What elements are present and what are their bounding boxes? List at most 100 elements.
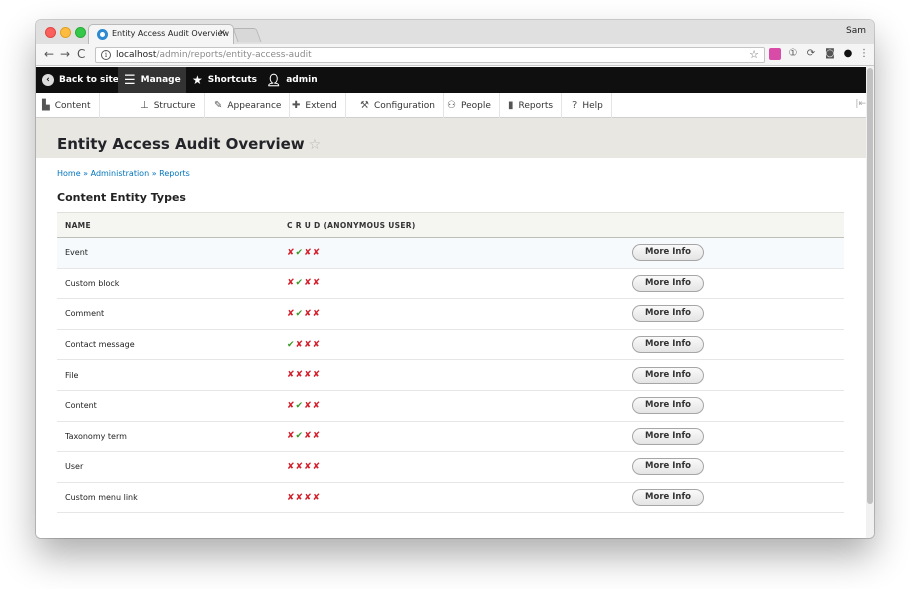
table-header-row: NAME C R U D (ANONYMOUS USER) xyxy=(57,212,844,238)
cross-icon: ✘ xyxy=(312,492,322,503)
admin-menu-tray: ▙ Content ⊥ Structure ✎ Appearance ✚ Ext… xyxy=(36,93,874,118)
shortcuts-star-icon: ★ xyxy=(192,73,203,87)
crud-cell: ✘✔✘✘ xyxy=(279,298,624,330)
shortcut-star-icon[interactable]: ☆ xyxy=(309,137,322,153)
camera-icon[interactable]: ◙ xyxy=(824,48,836,60)
tab-close-icon[interactable]: × xyxy=(218,28,226,38)
table-row: Comment ✘✔✘✘ More Info xyxy=(57,298,844,330)
menu-item-extend[interactable]: ✚ Extend xyxy=(286,93,346,118)
new-tab-button[interactable] xyxy=(232,28,262,42)
cross-icon: ✘ xyxy=(287,400,296,411)
cross-icon: ✘ xyxy=(304,339,313,350)
more-info-button[interactable]: More Info xyxy=(632,458,704,476)
password-manager-icon[interactable]: ① xyxy=(787,48,799,60)
table-row: Content ✘✔✘✘ More Info xyxy=(57,390,844,422)
address-bar[interactable]: i localhost/admin/reports/entity-access-… xyxy=(95,47,765,63)
extension-pink-icon[interactable] xyxy=(769,48,781,60)
actions-cell: More Info xyxy=(624,298,844,330)
reload-icon[interactable]: C xyxy=(77,47,85,61)
shortcuts-tab[interactable]: ★ Shortcuts xyxy=(192,67,257,93)
extension-circle-icon[interactable]: ● xyxy=(842,48,854,60)
table-row: Custom block ✘✔✘✘ More Info xyxy=(57,268,844,300)
manage-label: Manage xyxy=(140,75,181,85)
more-info-button[interactable]: More Info xyxy=(632,489,704,507)
close-window-button[interactable] xyxy=(45,27,56,38)
entity-name-cell: Custom block xyxy=(57,268,279,300)
more-info-button[interactable]: More Info xyxy=(632,336,704,354)
info-icon[interactable]: i xyxy=(101,50,111,60)
menu-item-label: Help xyxy=(582,100,603,111)
sitemap-icon: ⊥ xyxy=(140,100,149,111)
cross-icon: ✘ xyxy=(304,308,313,319)
actions-cell: More Info xyxy=(624,237,844,269)
minimize-window-button[interactable] xyxy=(60,27,71,38)
cross-icon: ✘ xyxy=(312,278,322,289)
menu-item-structure[interactable]: ⊥ Structure xyxy=(134,93,205,118)
cross-icon: ✘ xyxy=(304,431,313,442)
more-info-button[interactable]: More Info xyxy=(632,305,704,323)
more-info-button[interactable]: More Info xyxy=(632,274,704,292)
paintbrush-icon: ✎ xyxy=(214,100,223,111)
actions-cell: More Info xyxy=(624,451,844,483)
check-icon: ✔ xyxy=(295,308,305,319)
section-title: Content Entity Types xyxy=(57,191,186,204)
browser-tab[interactable]: Entity Access Audit Overview × xyxy=(88,24,234,44)
people-icon: ⚇ xyxy=(447,100,456,111)
cross-icon: ✘ xyxy=(312,247,322,258)
check-icon: ✔ xyxy=(295,278,305,289)
crud-cell: ✘✘✘✘ xyxy=(279,359,624,391)
cross-icon: ✘ xyxy=(312,431,322,442)
drupal-favicon-icon xyxy=(97,29,108,40)
entity-name-cell: User xyxy=(57,451,279,483)
back-arrow-icon[interactable]: ← xyxy=(44,47,54,61)
profile-name[interactable]: Sam xyxy=(846,26,866,36)
menu-item-label: Appearance xyxy=(227,100,282,111)
extension-refresh-icon[interactable]: ⟳ xyxy=(805,48,817,60)
menu-item-reports[interactable]: ▮ Reports xyxy=(502,93,563,118)
menu-item-appearance[interactable]: ✎ Appearance xyxy=(208,93,291,118)
actions-cell: More Info xyxy=(624,482,844,514)
user-tab[interactable]: 👤︎ admin xyxy=(266,67,318,93)
page-title-text: Entity Access Audit Overview xyxy=(57,135,305,153)
cross-icon: ✘ xyxy=(312,370,322,381)
manage-tab[interactable]: ☰ Manage xyxy=(118,67,186,93)
maximize-window-button[interactable] xyxy=(75,27,86,38)
check-icon: ✔ xyxy=(287,339,296,350)
crud-cell: ✘✔✘✘ xyxy=(279,237,624,269)
more-info-button[interactable]: More Info xyxy=(632,366,704,384)
table-row: Contact message ✔✘✘✘ More Info xyxy=(57,329,844,361)
cross-icon: ✘ xyxy=(312,308,322,319)
scrollbar-thumb[interactable] xyxy=(867,68,873,504)
bookmark-star-icon[interactable]: ☆ xyxy=(749,48,759,61)
breadcrumb[interactable]: Home » Administration » Reports xyxy=(57,169,190,178)
more-info-button[interactable]: More Info xyxy=(632,427,704,445)
menu-item-label: Reports xyxy=(518,100,554,111)
crud-cell: ✘✘✘✘ xyxy=(279,451,624,483)
more-info-button[interactable]: More Info xyxy=(632,244,704,262)
page-content: Entity Access Audit Overview ☆ Home » Adm… xyxy=(36,118,866,538)
menu-item-content[interactable]: ▙ Content xyxy=(36,93,100,118)
forward-arrow-icon[interactable]: → xyxy=(60,47,70,61)
entity-name-cell: Content xyxy=(57,390,279,422)
more-info-button[interactable]: More Info xyxy=(632,397,704,415)
shortcuts-label: Shortcuts xyxy=(207,75,257,85)
collapse-tray-icon[interactable]: |⇤ xyxy=(855,99,866,109)
crud-column-header: C R U D (ANONYMOUS USER) xyxy=(279,212,624,238)
actions-column-header xyxy=(624,212,844,238)
menu-item-configuration[interactable]: ⚒ Configuration xyxy=(354,93,445,118)
back-to-site-label: Back to site xyxy=(59,75,119,85)
cross-icon: ✘ xyxy=(287,308,296,319)
cross-icon: ✘ xyxy=(287,247,296,258)
entity-types-table: NAME C R U D (ANONYMOUS USER) Event ✘✔✘✘ M… xyxy=(57,212,844,514)
menu-dots-icon[interactable]: ⋮ xyxy=(858,48,870,60)
crud-cell: ✘✔✘✘ xyxy=(279,390,624,422)
url-text[interactable]: localhost/admin/reports/entity-access-au… xyxy=(116,50,312,60)
menu-item-label: Configuration xyxy=(373,100,436,111)
menu-item-help[interactable]: ? Help xyxy=(566,93,612,118)
table-row: File ✘✘✘✘ More Info xyxy=(57,359,844,391)
menu-item-people[interactable]: ⚇ People xyxy=(441,93,500,118)
back-to-site-link[interactable]: ‹ Back to site xyxy=(42,67,119,93)
cross-icon: ✘ xyxy=(287,278,296,289)
entity-name-cell: Taxonomy term xyxy=(57,421,279,453)
cross-icon: ✘ xyxy=(312,461,322,472)
